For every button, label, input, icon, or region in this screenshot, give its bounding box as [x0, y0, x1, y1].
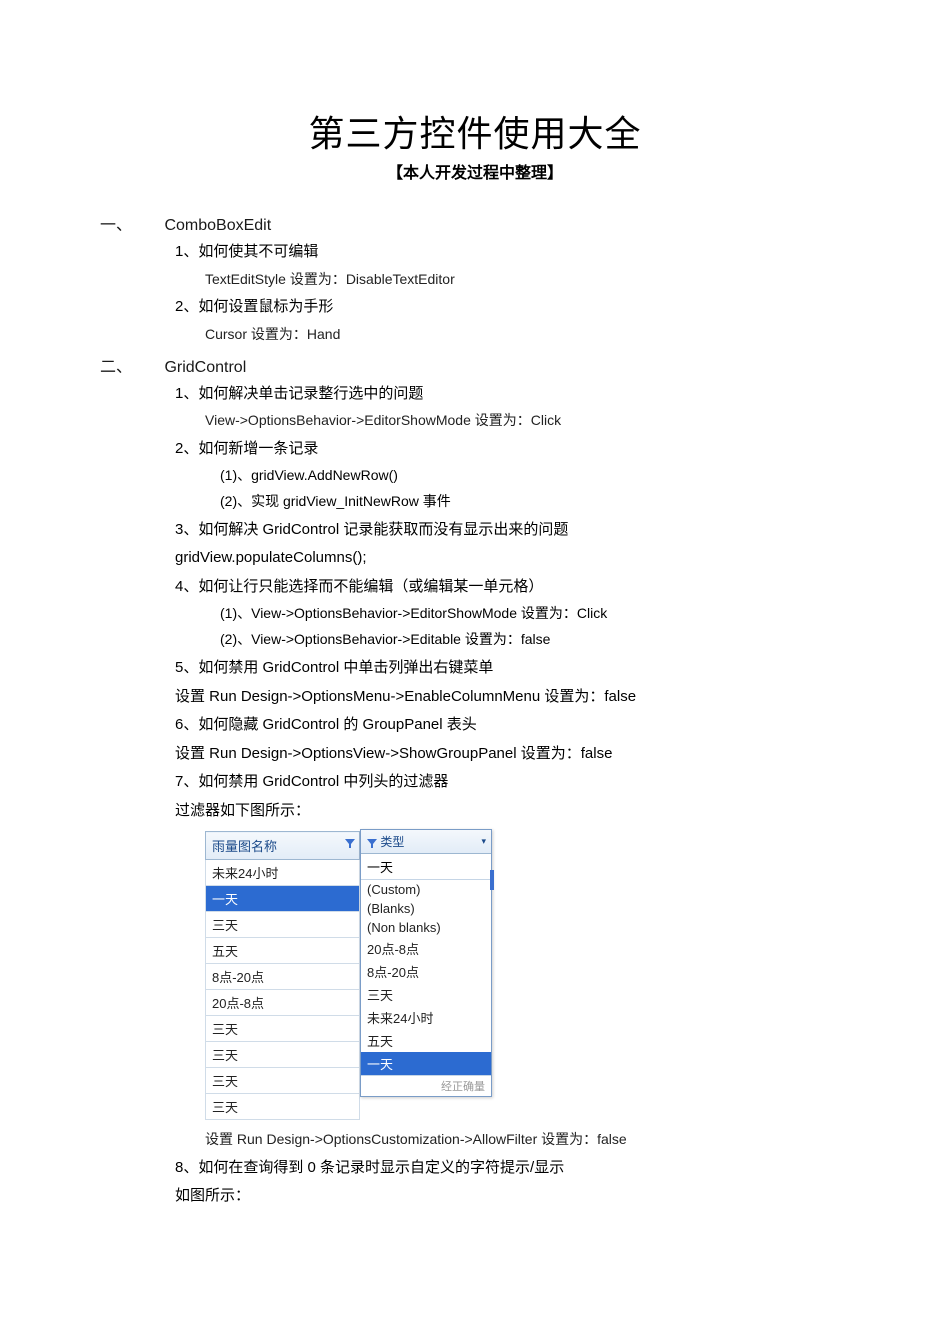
list-item: 4、如何让行只能选择而不能编辑（或编辑某一单元格） — [175, 574, 850, 600]
section-heading-2: 二、 GridControl — [100, 353, 850, 377]
item-number: 1、 — [175, 381, 198, 407]
filter-option[interactable]: 20点-8点 — [361, 937, 491, 960]
sub-item: (2)、View->OptionsBehavior->Editable 设置为：… — [220, 628, 850, 652]
document-page: 第三方控件使用大全 【本人开发过程中整理】 一、 ComboBoxEdit 1、… — [0, 0, 945, 1292]
filter-option[interactable]: 8点-20点 — [361, 960, 491, 983]
item-detail-inline: 设置 Run Design->OptionsMenu->EnableColumn… — [175, 684, 850, 710]
item-detail: View->OptionsBehavior->EditorShowMode 设置… — [205, 409, 850, 433]
section-name: GridControl — [164, 359, 246, 376]
table-row[interactable]: 一天 — [206, 886, 360, 912]
grid-filter-screenshot: 雨量图名称 未来24小时一天三天五天8点-20点20点-8点三天三天三天三天 类… — [205, 831, 485, 1120]
item-number: 3、 — [175, 517, 198, 543]
item-detail-inline: 过滤器如下图所示： — [175, 798, 850, 824]
table-cell: 三天 — [206, 912, 360, 938]
filter-icon — [367, 838, 377, 848]
list-item: 2、如何设置鼠标为手形 — [175, 294, 850, 320]
list-item: 2、如何新增一条记录 — [175, 436, 850, 462]
filter-popup: 类型 ▾ 一天 (Custom)(Blanks)(Non blanks)20点-… — [360, 829, 492, 1097]
item-number: 7、 — [175, 769, 198, 795]
scrollbar-thumb[interactable] — [490, 870, 494, 890]
filter-options-list: (Custom)(Blanks)(Non blanks)20点-8点8点-20点… — [361, 880, 491, 1075]
item-detail-inline: gridView.populateColumns(); — [175, 545, 850, 571]
table-row[interactable]: 20点-8点 — [206, 990, 360, 1016]
item-title: 如何在查询得到 0 条记录时显示自定义的字符提示/显示 — [198, 1159, 564, 1176]
grid-column-header[interactable]: 雨量图名称 — [206, 832, 360, 860]
table-row[interactable]: 三天 — [206, 1094, 360, 1120]
table-row[interactable]: 8点-20点 — [206, 964, 360, 990]
item-title: 如何解决 GridControl 记录能获取而没有显示出来的问题 — [198, 521, 568, 538]
filter-option[interactable]: (Blanks) — [361, 899, 491, 918]
section-number: 一、 — [100, 211, 160, 235]
table-row[interactable]: 五天 — [206, 938, 360, 964]
filter-option[interactable]: 未来24小时 — [361, 1006, 491, 1029]
section-heading-1: 一、 ComboBoxEdit — [100, 211, 850, 235]
item-number: 2、 — [175, 294, 198, 320]
item-title: 如何使其不可编辑 — [198, 243, 318, 260]
filter-option[interactable]: (Non blanks) — [361, 918, 491, 937]
sub-item: (1)、gridView.AddNewRow() — [220, 464, 850, 488]
item-number: 8、 — [175, 1155, 198, 1181]
item-title: 如何隐藏 GridControl 的 GroupPanel 表头 — [198, 716, 476, 733]
table-cell: 三天 — [206, 1068, 360, 1094]
item-detail: Cursor 设置为：Hand — [205, 323, 850, 347]
table-row[interactable]: 未来24小时 — [206, 860, 360, 886]
table-cell: 三天 — [206, 1094, 360, 1120]
list-item: 1、如何使其不可编辑 — [175, 239, 850, 265]
sub-item: (2)、实现 gridView_InitNewRow 事件 — [220, 490, 850, 514]
table-cell: 三天 — [206, 1016, 360, 1042]
list-item: 7、如何禁用 GridControl 中列头的过滤器 — [175, 769, 850, 795]
table-cell: 一天 — [206, 886, 360, 912]
item-number: 1、 — [175, 239, 198, 265]
filter-input-value[interactable]: 一天 — [361, 854, 491, 880]
list-item: 6、如何隐藏 GridControl 的 GroupPanel 表头 — [175, 712, 850, 738]
item-number: 6、 — [175, 712, 198, 738]
grid-table: 雨量图名称 未来24小时一天三天五天8点-20点20点-8点三天三天三天三天 — [205, 831, 360, 1120]
list-item: 3、如何解决 GridControl 记录能获取而没有显示出来的问题 — [175, 517, 850, 543]
item-title: 如何解决单击记录整行选中的问题 — [198, 385, 423, 402]
table-row[interactable]: 三天 — [206, 912, 360, 938]
table-row[interactable]: 三天 — [206, 1068, 360, 1094]
section-number: 二、 — [100, 353, 160, 377]
item-title: 如何让行只能选择而不能编辑（或编辑某一单元格） — [198, 578, 543, 595]
filter-option[interactable]: (Custom) — [361, 880, 491, 899]
table-cell: 8点-20点 — [206, 964, 360, 990]
table-cell: 五天 — [206, 938, 360, 964]
item-detail: TextEditStyle 设置为：DisableTextEditor — [205, 268, 850, 292]
page-subtitle: 【本人开发过程中整理】 — [100, 159, 850, 183]
popup-footer: 经正确量 — [361, 1075, 491, 1096]
item-number: 2、 — [175, 436, 198, 462]
popup-column-header[interactable]: 类型 ▾ — [361, 830, 491, 854]
chevron-down-icon[interactable]: ▾ — [481, 836, 486, 847]
table-cell: 20点-8点 — [206, 990, 360, 1016]
item-detail: 设置 Run Design->OptionsCustomization->All… — [205, 1128, 850, 1152]
item-title: 如何设置鼠标为手形 — [198, 298, 333, 315]
list-item: 8、如何在查询得到 0 条记录时显示自定义的字符提示/显示 — [175, 1155, 850, 1181]
list-item: 1、如何解决单击记录整行选中的问题 — [175, 381, 850, 407]
column-header-label: 雨量图名称 — [212, 839, 277, 854]
list-item: 5、如何禁用 GridControl 中单击列弹出右键菜单 — [175, 655, 850, 681]
table-cell: 未来24小时 — [206, 860, 360, 886]
popup-header-label: 类型 — [380, 835, 404, 849]
filter-option[interactable]: 五天 — [361, 1029, 491, 1052]
item-title: 如何新增一条记录 — [198, 440, 318, 457]
table-row[interactable]: 三天 — [206, 1016, 360, 1042]
item-detail-inline: 设置 Run Design->OptionsView->ShowGroupPan… — [175, 741, 850, 767]
filter-icon[interactable] — [345, 837, 355, 847]
page-title: 第三方控件使用大全 — [100, 105, 850, 157]
table-cell: 三天 — [206, 1042, 360, 1068]
filter-option[interactable]: 一天 — [361, 1052, 491, 1075]
table-row[interactable]: 三天 — [206, 1042, 360, 1068]
item-title: 如何禁用 GridControl 中单击列弹出右键菜单 — [198, 659, 493, 676]
item-title: 如何禁用 GridControl 中列头的过滤器 — [198, 773, 448, 790]
item-detail-inline: 如图所示： — [175, 1183, 850, 1209]
item-number: 5、 — [175, 655, 198, 681]
filter-option[interactable]: 三天 — [361, 983, 491, 1006]
section-name: ComboBoxEdit — [164, 217, 271, 234]
item-number: 4、 — [175, 574, 198, 600]
sub-item: (1)、View->OptionsBehavior->EditorShowMod… — [220, 602, 850, 626]
